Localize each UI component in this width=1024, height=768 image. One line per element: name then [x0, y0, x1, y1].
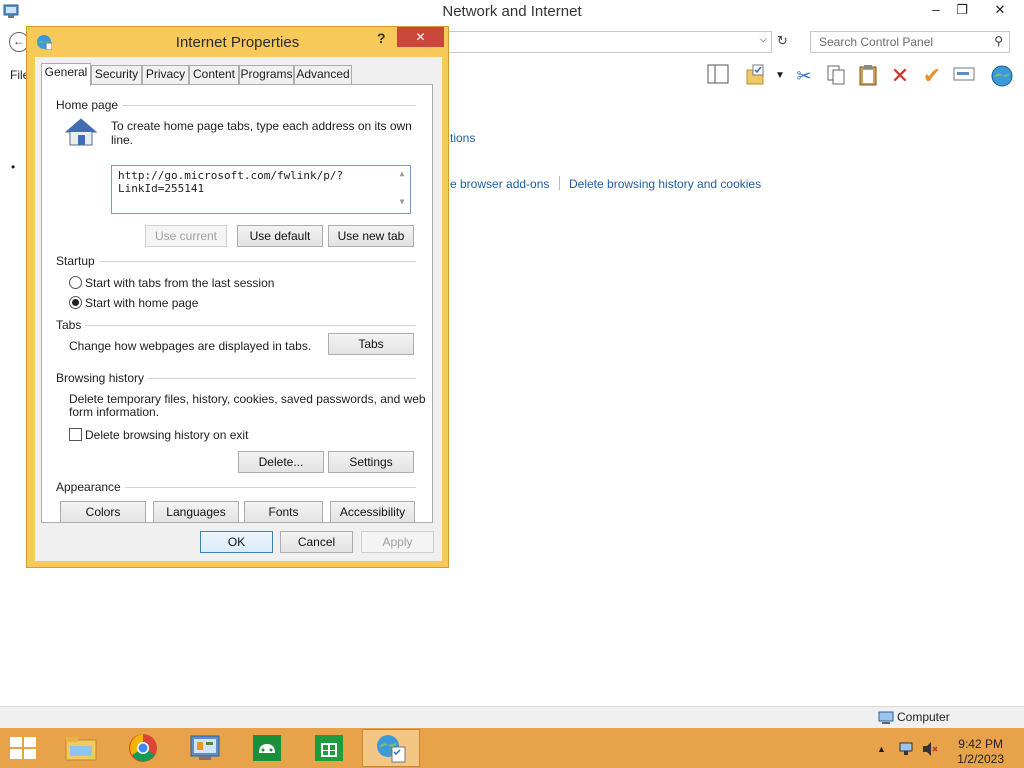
delete-button[interactable]: Delete...	[238, 451, 324, 473]
tab-content[interactable]: Content	[189, 65, 239, 85]
link-delete-history[interactable]: Delete browsing history and cookies	[569, 177, 761, 191]
statusbar: Computer	[0, 706, 1024, 728]
settings-button[interactable]: Settings	[328, 451, 414, 473]
link-divider	[559, 176, 560, 190]
radio-last-session[interactable]	[69, 276, 82, 289]
tab-advanced[interactable]: Advanced	[294, 65, 352, 85]
delete-on-exit-checkbox[interactable]	[69, 428, 82, 441]
system-tray: ▲ 9:42 PM 1/2/2023	[870, 732, 1024, 767]
clock-date: 1/2/2023	[957, 752, 1004, 766]
apply-button[interactable]: Apply	[361, 531, 434, 553]
startup-label: Startup	[56, 254, 99, 268]
use-default-button[interactable]: Use default	[237, 225, 323, 247]
windows-start-icon[interactable]	[10, 737, 38, 761]
restore-button[interactable]: ❐	[947, 0, 977, 22]
tabs-section-label: Tabs	[56, 318, 86, 332]
use-current-button[interactable]: Use current	[145, 225, 227, 247]
search-placeholder: Search Control Panel	[819, 35, 934, 49]
dialog-body: General Security Privacy Content Program…	[35, 57, 442, 561]
home-page-label: Home page	[56, 98, 123, 112]
home-page-url-value: http://go.microsoft.com/fwlink/p/?LinkId…	[118, 169, 344, 195]
volume-muted-icon[interactable]	[921, 741, 939, 757]
help-button[interactable]: ?	[377, 30, 386, 46]
house-icon	[64, 118, 98, 146]
general-tab-panel: Home page To create home page tabs, type…	[41, 84, 433, 523]
home-page-instruction: To create home page tabs, type each addr…	[111, 119, 412, 147]
tab-programs[interactable]: Programs	[239, 65, 294, 85]
file-explorer-icon[interactable]	[52, 729, 110, 767]
games-icon[interactable]	[238, 729, 296, 767]
tab-general[interactable]: General	[41, 63, 91, 86]
tab-security[interactable]: Security	[91, 65, 142, 85]
browsing-history-label: Browsing history	[56, 371, 149, 385]
chevron-down-icon[interactable]: ▼	[768, 64, 792, 88]
taskbar: ▲ 9:42 PM 1/2/2023	[0, 728, 1024, 768]
link-partial-options[interactable]: tions	[450, 131, 475, 145]
globe-icon[interactable]	[990, 64, 1014, 88]
fonts-button[interactable]: Fonts	[244, 501, 323, 523]
search-input[interactable]: Search Control Panel ⚲	[810, 31, 1010, 53]
address-bar[interactable]: ⌵	[440, 31, 772, 53]
home-page-option-label: Start with home page	[85, 296, 199, 310]
toolbar: ▼ ✂ ✕ ✔	[700, 60, 1024, 90]
copy-icon[interactable]	[824, 64, 848, 88]
startup-divider	[56, 261, 416, 262]
home-page-url-input[interactable]: http://go.microsoft.com/fwlink/p/?LinkId…	[111, 165, 411, 214]
cut-icon[interactable]: ✂	[792, 64, 816, 88]
use-new-tab-button[interactable]: Use new tab	[328, 225, 414, 247]
store-icon[interactable]	[300, 729, 358, 767]
chrome-icon[interactable]	[114, 729, 172, 767]
delete-on-exit-label: Delete browsing history on exit	[85, 428, 249, 442]
internet-properties-dialog: Internet Properties ? ✕ General Security…	[26, 26, 449, 568]
colors-button[interactable]: Colors	[60, 501, 146, 523]
search-icon[interactable]: ⚲	[994, 34, 1003, 48]
chevron-down-icon[interactable]: ⌵	[759, 34, 767, 45]
languages-button[interactable]: Languages	[153, 501, 239, 523]
appearance-label: Appearance	[56, 480, 125, 494]
last-session-label: Start with tabs from the last session	[85, 276, 275, 290]
cancel-button[interactable]: Cancel	[280, 531, 353, 553]
window-titlebar: Network and Internet – ❐ ✕	[0, 0, 1024, 24]
computer-icon	[878, 711, 894, 724]
status-computer-label: Computer	[897, 710, 950, 724]
accessibility-button[interactable]: Accessibility	[330, 501, 415, 523]
browsing-history-desc-2: form information.	[69, 405, 160, 419]
clock-time: 9:42 PM	[958, 737, 1003, 751]
radio-home-page[interactable]	[69, 296, 82, 309]
dialog-close-button[interactable]: ✕	[397, 27, 444, 47]
tabs-button[interactable]: Tabs	[328, 333, 414, 355]
window-title: Network and Internet	[442, 3, 582, 20]
list-bullet: •	[11, 160, 16, 174]
refresh-icon[interactable]: ↻	[777, 33, 788, 49]
close-window-button[interactable]: ✕	[985, 0, 1015, 22]
delete-icon[interactable]: ✕	[888, 64, 912, 88]
ok-button[interactable]: OK	[200, 531, 273, 553]
rename-icon[interactable]	[952, 64, 976, 88]
clock[interactable]: 9:42 PM 1/2/2023	[957, 737, 1004, 767]
link-manage-addons[interactable]: e browser add-ons	[450, 177, 549, 191]
show-hidden-icons-icon[interactable]: ▲	[877, 744, 886, 754]
tabs-description: Change how webpages are displayed in tab…	[69, 339, 312, 353]
paste-icon[interactable]	[856, 64, 880, 88]
internet-options-icon[interactable]	[362, 729, 420, 767]
layout-icon[interactable]	[706, 64, 730, 88]
network-icon[interactable]	[898, 741, 914, 757]
url-scrollbar[interactable]: ▲ ▼	[395, 167, 409, 212]
browsing-history-desc-1: Delete temporary files, history, cookies…	[69, 392, 426, 406]
tabs-divider	[56, 325, 416, 326]
folder-check-icon[interactable]	[744, 64, 768, 88]
control-panel-icon[interactable]	[176, 729, 234, 767]
checkmark-icon[interactable]: ✔	[920, 64, 944, 88]
tab-privacy[interactable]: Privacy	[142, 65, 189, 85]
